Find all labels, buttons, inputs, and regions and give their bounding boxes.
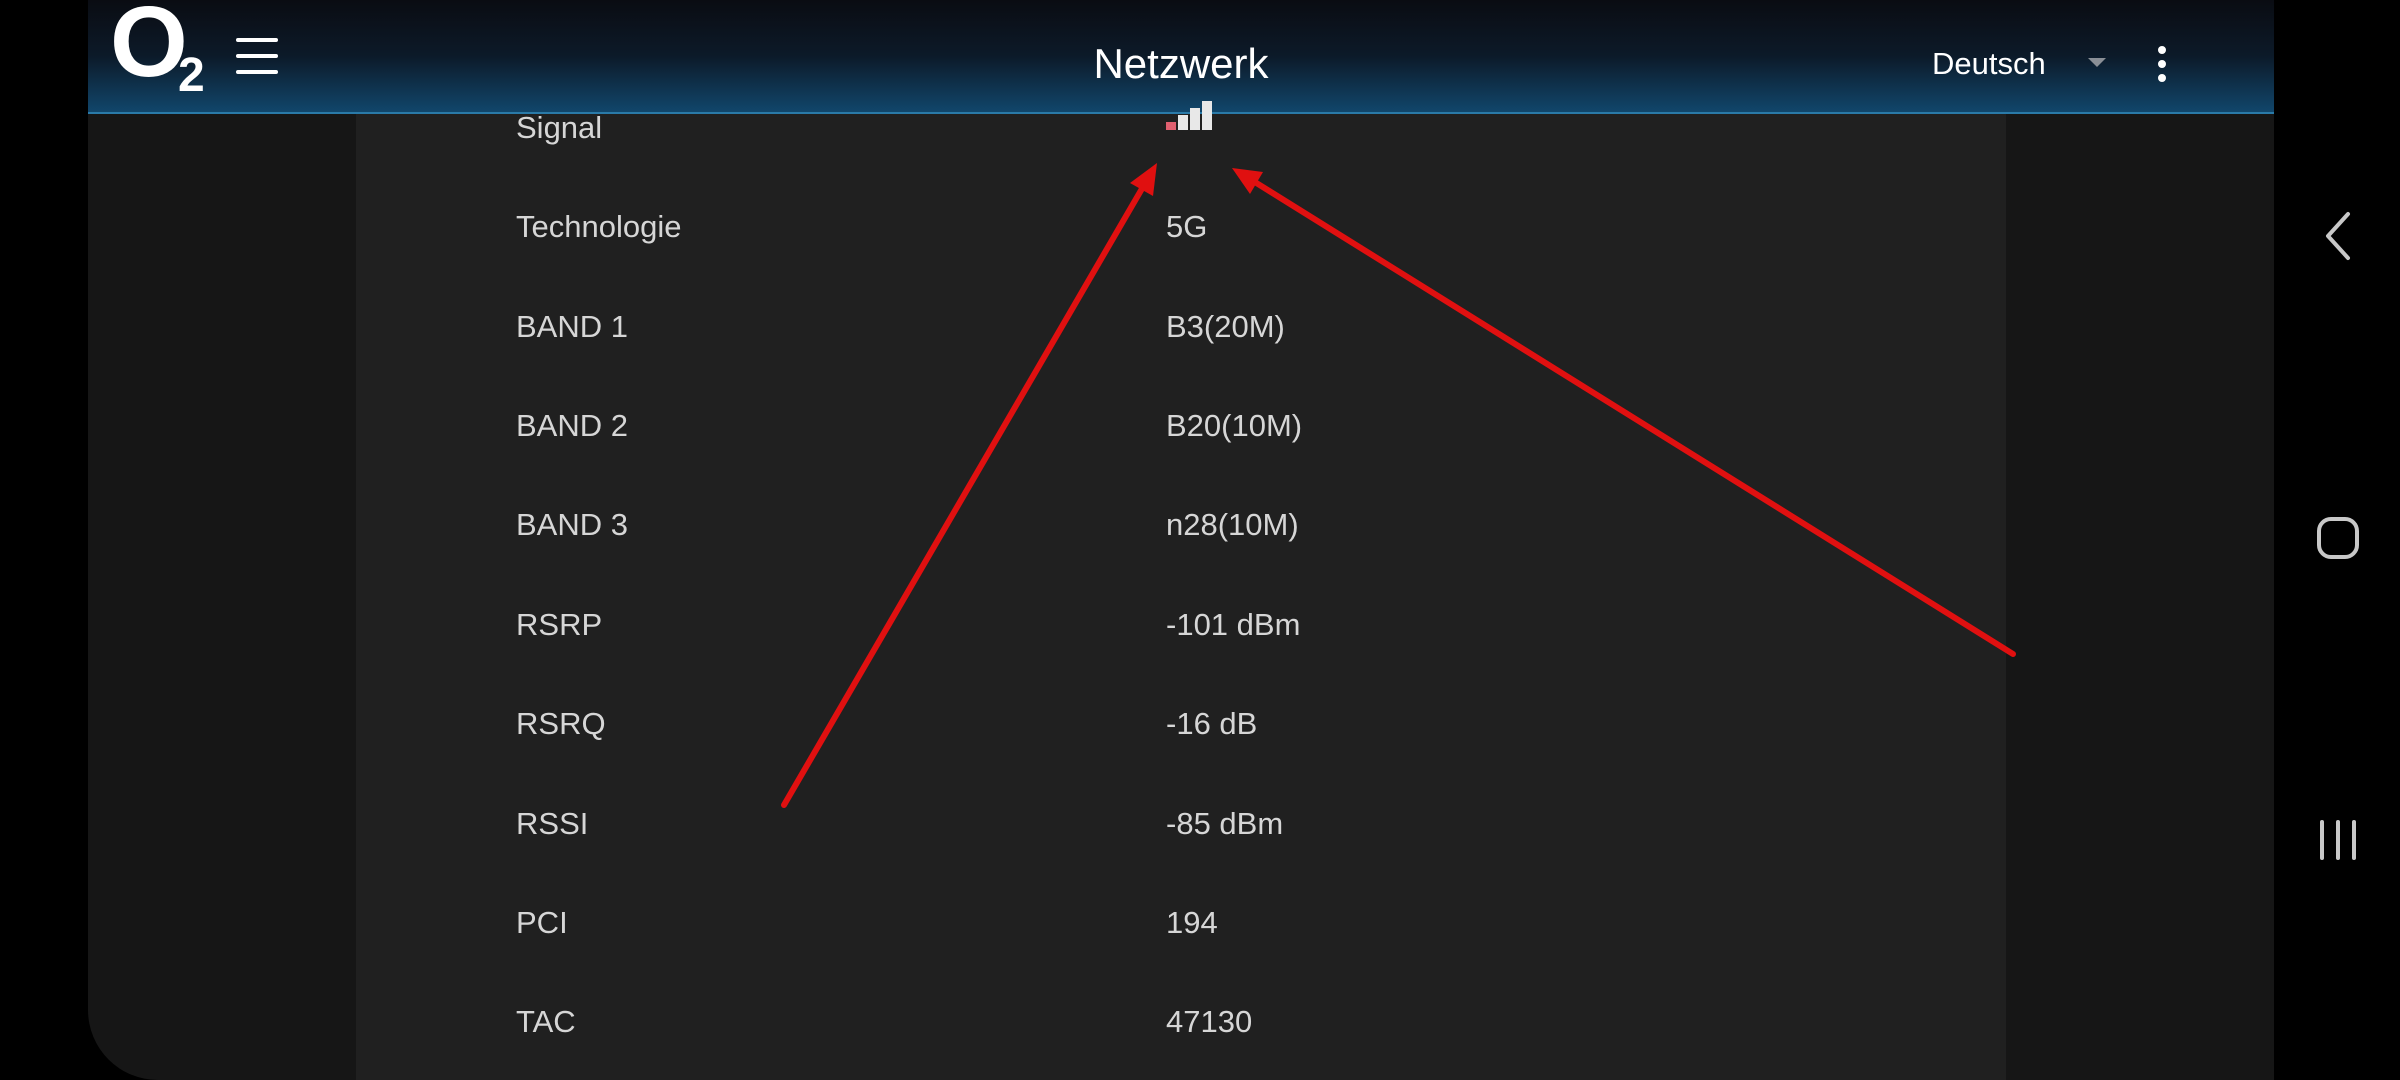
- row-value: 47130: [1166, 1004, 1253, 1039]
- info-row: RSRP -101 dBm: [356, 595, 2006, 655]
- row-label: TAC: [516, 1004, 576, 1039]
- row-label: BAND 3: [516, 507, 628, 542]
- row-value: -16 dB: [1166, 706, 1258, 741]
- row-value: B20(10M): [1166, 408, 1303, 443]
- signal-bar: [1190, 108, 1200, 130]
- info-row-signal: Signal: [356, 98, 2006, 158]
- row-value: 5G: [1166, 209, 1208, 244]
- info-row: BAND 1 B3(20M): [356, 297, 2006, 357]
- row-label: RSRP: [516, 607, 603, 642]
- row-label: Technologie: [516, 209, 682, 244]
- home-icon[interactable]: [2314, 514, 2362, 562]
- top-app-bar: O 2 Netzwerk Deutsch: [88, 0, 2274, 114]
- row-label: Signal: [516, 110, 603, 145]
- info-row: RSRQ -16 dB: [356, 694, 2006, 754]
- row-value: 194: [1166, 905, 1218, 940]
- row-label: PCI: [516, 905, 568, 940]
- info-row: TAC 47130: [356, 992, 2006, 1052]
- row-label: RSSI: [516, 806, 589, 841]
- row-label: BAND 2: [516, 408, 628, 443]
- network-info-panel: Signal Technologie 5G BAND 1 B3(20M) BAN…: [356, 101, 2006, 1080]
- signal-bar: [1202, 101, 1212, 130]
- row-value: -85 dBm: [1166, 806, 1284, 841]
- signal-bars-icon: [1166, 100, 1218, 130]
- row-label: BAND 1: [516, 309, 628, 344]
- signal-bar: [1178, 115, 1188, 130]
- info-row: BAND 2 B20(10M): [356, 396, 2006, 456]
- recents-icon[interactable]: [2316, 816, 2360, 864]
- row-label: RSRQ: [516, 706, 606, 741]
- app-screen: O 2 Netzwerk Deutsch Signal Technologie …: [88, 0, 2274, 1080]
- row-value: B3(20M): [1166, 309, 1285, 344]
- row-value: -101 dBm: [1166, 607, 1301, 642]
- info-row: PCI 194: [356, 893, 2006, 953]
- info-row: RSSI -85 dBm: [356, 794, 2006, 854]
- signal-bar: [1166, 122, 1176, 130]
- info-row: Technologie 5G: [356, 197, 2006, 257]
- row-value: n28(10M): [1166, 507, 1299, 542]
- more-vert-icon[interactable]: [2152, 46, 2172, 86]
- language-select[interactable]: Deutsch: [1932, 42, 2046, 86]
- chevron-down-icon[interactable]: [2088, 58, 2106, 67]
- info-row: BAND 3 n28(10M): [356, 495, 2006, 555]
- back-icon[interactable]: [2318, 208, 2358, 264]
